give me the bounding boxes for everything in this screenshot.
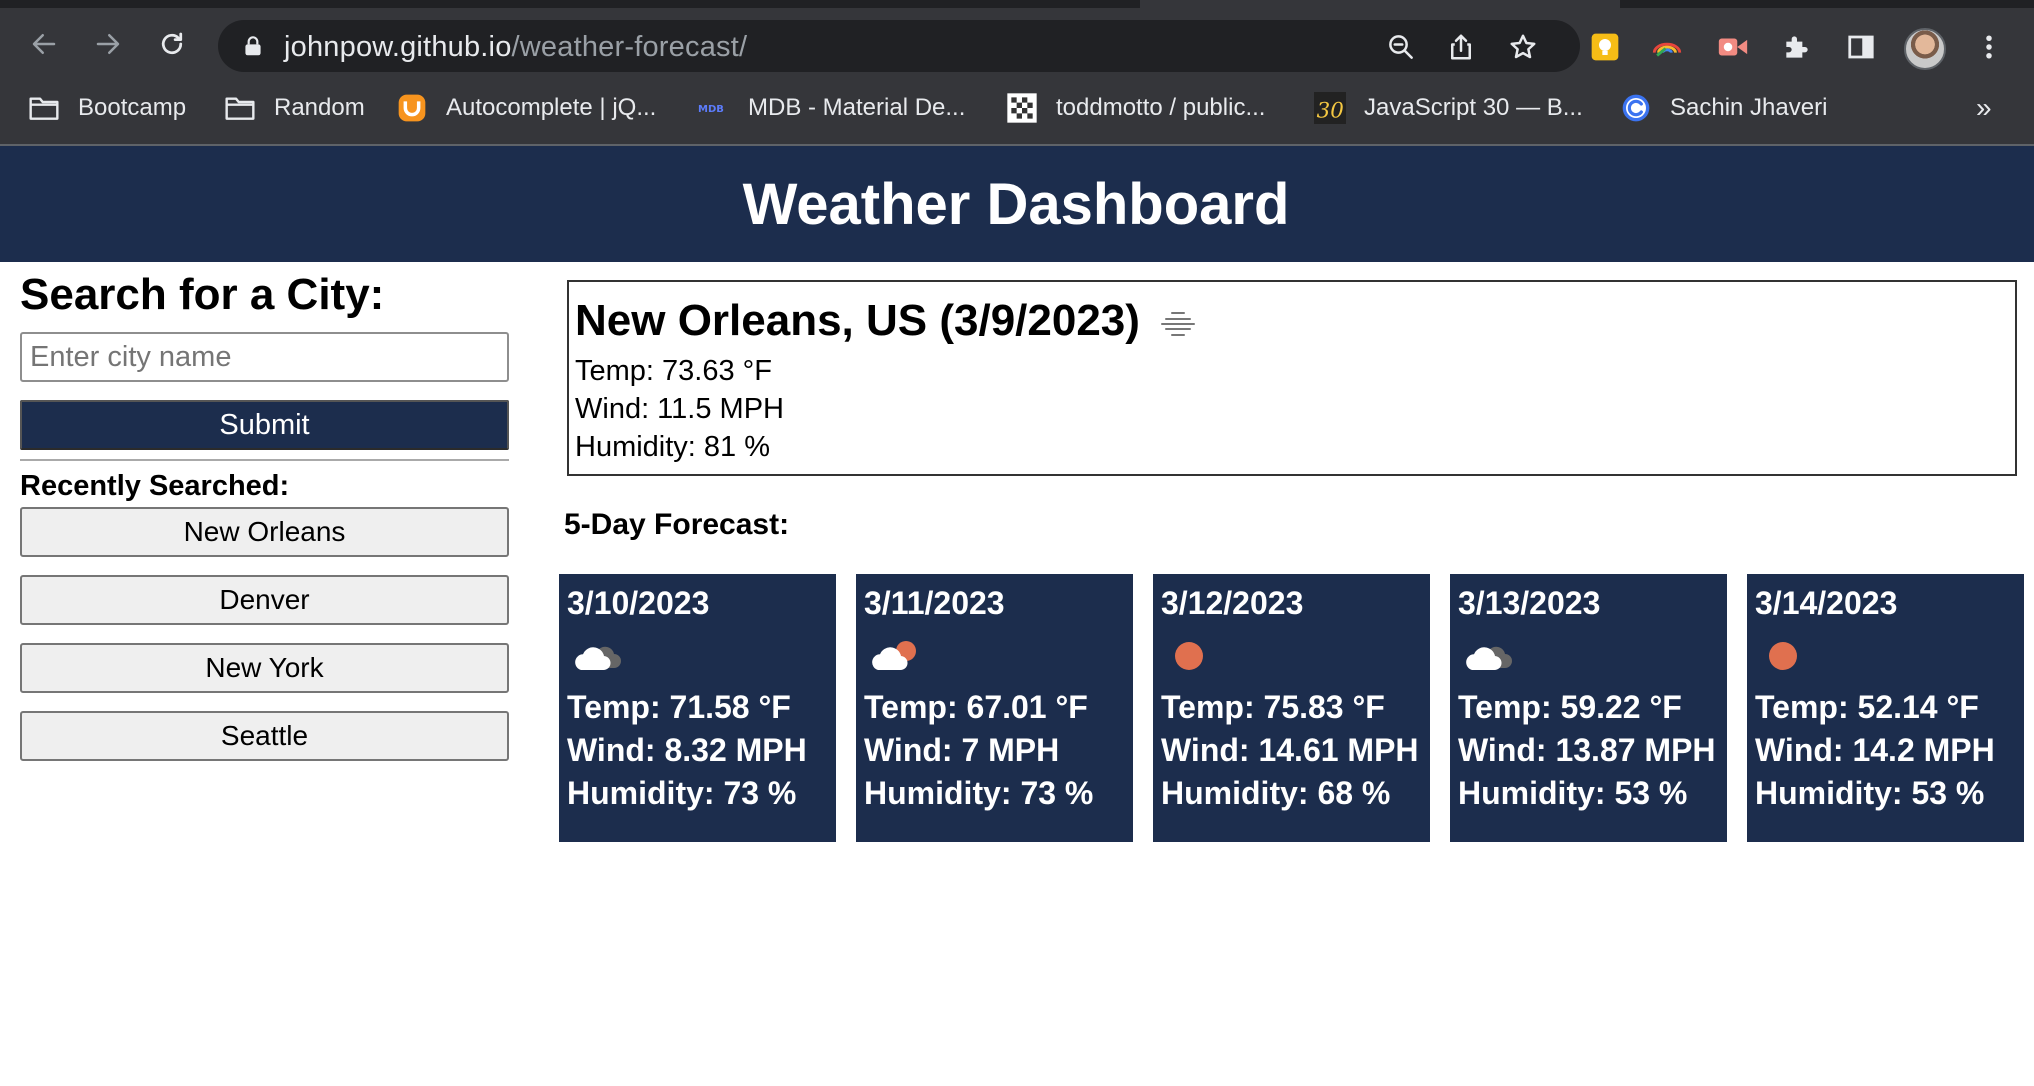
bookmarks-bar: Bootcamp Random Autocomplete | jQ... MDB…	[0, 86, 2034, 132]
clear-sky-icon	[1759, 626, 1829, 686]
bookmark-mdb[interactable]: MDB MDB - Material De...	[698, 86, 965, 130]
folder-icon	[224, 92, 256, 124]
search-heading: Search for a City:	[20, 270, 385, 319]
c-logo-icon	[1620, 92, 1652, 124]
bookmark-toddmotto[interactable]: toddmotto / public...	[1006, 86, 1265, 130]
broken-clouds-icon	[1462, 626, 1532, 686]
bookmark-autocomplete[interactable]: Autocomplete | jQ...	[396, 86, 656, 130]
history-list: New Orleans Denver New York Seattle	[20, 507, 510, 761]
bookmark-sachin-jhaveri[interactable]: Sachin Jhaveri	[1620, 86, 1827, 130]
forecast-date: 3/13/2023	[1458, 585, 1601, 621]
forecast-heading: 5-Day Forecast:	[564, 508, 790, 541]
mdb-icon: MDB	[698, 92, 730, 124]
submit-button[interactable]: Submit	[20, 400, 509, 450]
keep-extension-icon[interactable]	[1588, 30, 1622, 64]
bookmark-label: Bootcamp	[78, 94, 187, 121]
extensions-puzzle-icon[interactable]	[1780, 30, 1814, 64]
forecast-date: 3/11/2023	[864, 585, 1005, 621]
history-button-new-orleans[interactable]: New Orleans	[20, 507, 509, 557]
recently-searched-label: Recently Searched:	[20, 470, 290, 502]
more-menu-icon[interactable]	[1972, 30, 2006, 64]
url-path: /weather-forecast/	[511, 31, 748, 63]
forecast-temp: Temp: 75.83 °F	[1161, 689, 1385, 725]
svg-text:30: 30	[1317, 98, 1344, 123]
url-host: johnpow.github.io	[284, 31, 512, 63]
forecast-humidity: Humidity: 68 %	[1161, 775, 1391, 811]
forecast-cards: 3/10/2023 Temp: 71.58 °F Wind: 8.32 MPH …	[559, 574, 2024, 842]
forecast-wind: Wind: 14.61 MPH	[1161, 732, 1419, 768]
address-bar[interactable]: johnpow.github.io/weather-forecast/	[218, 20, 1580, 72]
browser-toolbar: johnpow.github.io/weather-forecast/	[0, 8, 2034, 80]
forecast-card: 3/14/2023 Temp: 52.14 °F Wind: 14.2 MPH …	[1747, 574, 2024, 842]
forecast-card: 3/12/2023 Temp: 75.83 °F Wind: 14.61 MPH…	[1153, 574, 1430, 842]
current-wind: Wind: 11.5 MPH	[575, 393, 784, 425]
city-search-input[interactable]	[20, 332, 509, 382]
screen-recorder-extension-icon[interactable]	[1716, 30, 1750, 64]
bookmark-random[interactable]: Random	[224, 86, 365, 130]
current-temp: Temp: 73.63 °F	[575, 355, 772, 387]
bookmark-label: Autocomplete | jQ...	[446, 94, 657, 121]
forecast-wind: Wind: 14.2 MPH	[1755, 732, 1995, 768]
history-button-denver[interactable]: Denver	[20, 575, 509, 625]
forecast-temp: Temp: 52.14 °F	[1755, 689, 1979, 725]
clear-sky-icon	[1165, 626, 1235, 686]
forecast-wind: Wind: 13.87 MPH	[1458, 732, 1716, 768]
share-icon[interactable]	[1446, 32, 1476, 62]
bookmarks-overflow-button[interactable]: »	[1976, 86, 1992, 130]
history-button-seattle[interactable]: Seattle	[20, 711, 509, 761]
github-avatar-icon	[1006, 92, 1038, 124]
forecast-humidity: Humidity: 73 %	[864, 775, 1094, 811]
forecast-card: 3/10/2023 Temp: 71.58 °F Wind: 8.32 MPH …	[559, 574, 836, 842]
few-clouds-icon	[868, 626, 938, 686]
lock-icon[interactable]	[240, 33, 266, 59]
forecast-date: 3/14/2023	[1755, 585, 1898, 621]
bookmark-bootcamp[interactable]: Bootcamp	[28, 86, 186, 130]
bookmark-label: Random	[274, 94, 365, 121]
forecast-temp: Temp: 67.01 °F	[864, 689, 1088, 725]
forecast-card: 3/11/2023 Temp: 67.01 °F Wind: 7 MPH Hum…	[856, 574, 1133, 842]
star-icon[interactable]	[1508, 32, 1538, 62]
forecast-temp: Temp: 59.22 °F	[1458, 689, 1682, 725]
browser-chrome: johnpow.github.io/weather-forecast/ Boot…	[0, 0, 2034, 146]
reload-icon[interactable]	[150, 22, 194, 66]
bookmark-label: MDB - Material De...	[748, 94, 966, 121]
current-city-title: New Orleans, US (3/9/2023)	[575, 292, 2009, 350]
current-humidity: Humidity: 81 %	[575, 431, 771, 463]
profile-avatar[interactable]	[1904, 28, 1946, 70]
search-sidebar: Search for a City: Submit Recently Searc…	[20, 262, 510, 761]
bookmark-label: Sachin Jhaveri	[1670, 94, 1828, 121]
back-icon[interactable]	[22, 22, 66, 66]
divider	[20, 459, 509, 461]
js30-icon: 30	[1314, 92, 1346, 124]
jquery-ui-icon	[396, 92, 428, 124]
forecast-wind: Wind: 7 MPH	[864, 732, 1060, 768]
bookmark-label: toddmotto / public...	[1056, 94, 1266, 121]
bookmark-label: JavaScript 30 — B...	[1364, 94, 1583, 121]
forecast-humidity: Humidity: 73 %	[567, 775, 797, 811]
broken-clouds-icon	[571, 626, 641, 686]
forecast-temp: Temp: 71.58 °F	[567, 689, 791, 725]
forecast-wind: Wind: 8.32 MPH	[567, 732, 807, 768]
page: Weather Dashboard Search for a City: Sub…	[0, 146, 2034, 1086]
forecast-date: 3/12/2023	[1161, 585, 1304, 621]
forward-icon[interactable]	[86, 22, 130, 66]
svg-text:MDB: MDB	[698, 104, 724, 115]
bookmark-js30[interactable]: 30 JavaScript 30 — B...	[1314, 86, 1583, 130]
tab-strip	[0, 0, 2034, 8]
page-title: Weather Dashboard	[742, 171, 1290, 237]
url-text[interactable]: johnpow.github.io/weather-forecast/	[284, 31, 747, 64]
zoom-icon[interactable]	[1386, 32, 1416, 62]
side-panel-icon[interactable]	[1844, 30, 1878, 64]
rainbow-extension-icon[interactable]	[1650, 30, 1684, 64]
forecast-date: 3/10/2023	[567, 585, 710, 621]
forecast-humidity: Humidity: 53 %	[1755, 775, 1985, 811]
forecast-humidity: Humidity: 53 %	[1458, 775, 1688, 811]
history-button-new-york[interactable]: New York	[20, 643, 509, 693]
folder-icon	[28, 92, 60, 124]
mist-icon	[1156, 302, 1200, 346]
current-weather-panel: New Orleans, US (3/9/2023) Temp: 73.63 °…	[567, 280, 2017, 476]
page-header: Weather Dashboard	[0, 146, 2034, 262]
forecast-card: 3/13/2023 Temp: 59.22 °F Wind: 13.87 MPH…	[1450, 574, 1727, 842]
current-city-text: New Orleans, US (3/9/2023)	[575, 296, 1140, 345]
